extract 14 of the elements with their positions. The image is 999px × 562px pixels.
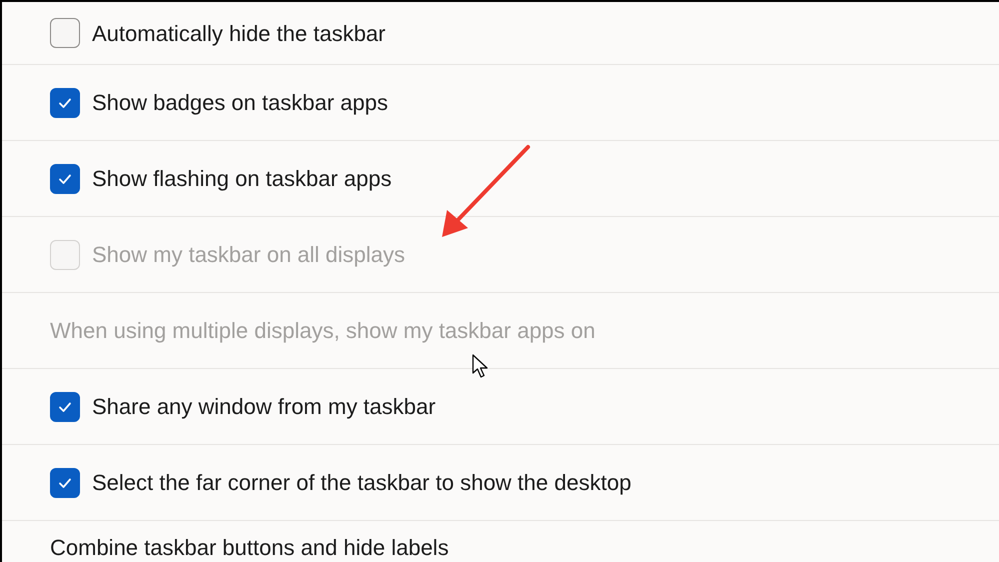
setting-label: Show my taskbar on all displays xyxy=(92,241,406,269)
checkbox[interactable] xyxy=(50,18,80,48)
setting-label: Automatically hide the taskbar xyxy=(92,20,386,48)
mouse-pointer-icon xyxy=(472,354,490,379)
setting-label: Combine taskbar buttons and hide labels xyxy=(50,534,449,562)
setting-label: Show badges on taskbar apps xyxy=(92,89,388,117)
setting-label: When using multiple displays, show my taskbar apps on xyxy=(50,317,596,345)
setting-label: Show flashing on taskbar apps xyxy=(92,165,392,193)
checkbox[interactable] xyxy=(50,468,80,498)
setting-label: Share any window from my taskbar xyxy=(92,393,436,421)
checkbox[interactable] xyxy=(50,164,80,194)
checkbox[interactable] xyxy=(50,392,80,422)
setting-label: Select the far corner of the taskbar to show the desktop xyxy=(92,469,632,497)
checkbox[interactable] xyxy=(50,88,80,118)
